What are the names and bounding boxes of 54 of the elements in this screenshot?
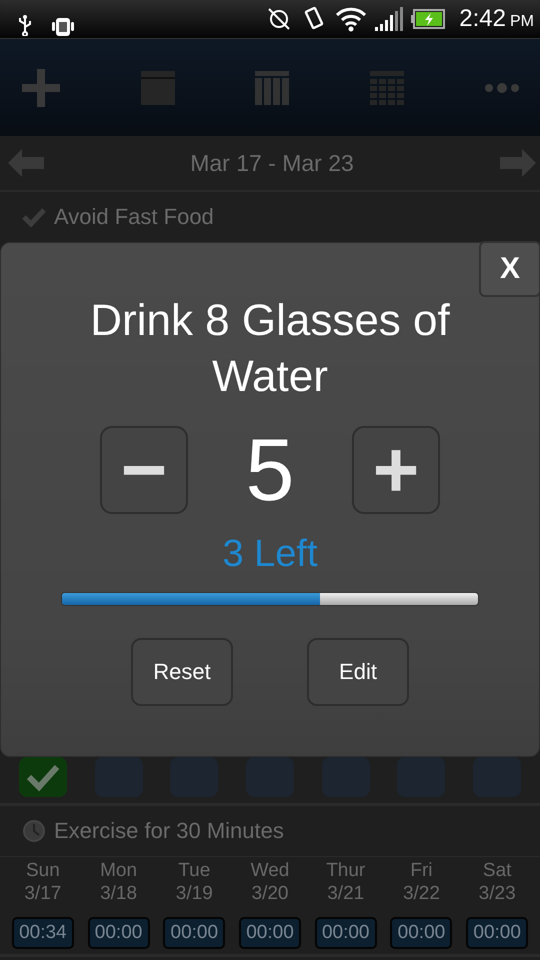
- day-label: Wed: [250, 859, 290, 882]
- day-label: Thur: [326, 859, 366, 882]
- wifi-icon: [335, 6, 368, 32]
- habit-title: Avoid Fast Food: [54, 204, 214, 230]
- timer-button[interactable]: 00:00: [239, 917, 302, 949]
- date-label: 3/22: [402, 882, 440, 905]
- day-label: Sat: [482, 859, 512, 882]
- day-checkbox[interactable]: [94, 757, 143, 797]
- day-checkbox[interactable]: [246, 757, 294, 797]
- date-label: 3/23: [478, 882, 516, 905]
- dialog-button[interactable]: Reset: [131, 638, 233, 706]
- date-label: 3/20: [252, 882, 288, 905]
- date-label: 3/19: [176, 882, 213, 905]
- dialog-button[interactable]: Edit: [307, 638, 409, 706]
- timer-button[interactable]: 00:00: [314, 917, 377, 949]
- day-checkbox[interactable]: [18, 757, 67, 797]
- day-checkbox[interactable]: [170, 757, 218, 797]
- timer-button[interactable]: 00:00: [163, 917, 226, 949]
- clock-icon: [22, 819, 46, 843]
- date-label: 3/18: [100, 882, 138, 905]
- signal-icon: [375, 7, 404, 31]
- usb-icon: [16, 14, 34, 36]
- day-label: Sun: [26, 859, 60, 882]
- close-button[interactable]: X: [479, 241, 540, 297]
- date-label: 3/21: [327, 882, 364, 905]
- timer-button[interactable]: 00:00: [466, 917, 528, 949]
- month-view-icon[interactable]: [370, 70, 404, 104]
- more-icon[interactable]: [484, 82, 520, 94]
- day-label: Mon: [100, 859, 138, 882]
- clock-time: 2:42: [459, 5, 506, 33]
- previous-arrow-icon[interactable]: [8, 149, 44, 177]
- check-icon: [22, 207, 46, 227]
- dialog-title: Drink 8 Glasses of Water: [89, 295, 451, 403]
- decrement-button[interactable]: −: [100, 426, 188, 514]
- timer-button[interactable]: 00:00: [390, 917, 452, 949]
- day-checkbox[interactable]: [322, 757, 370, 797]
- timer-button[interactable]: 00:34: [12, 917, 74, 949]
- habit-title: Exercise for 30 Minutes: [54, 818, 284, 844]
- timer-button[interactable]: 00:00: [88, 917, 150, 949]
- date-range: Mar 17 - Mar 23: [190, 150, 354, 176]
- date-label: 3/17: [24, 882, 62, 905]
- count-value: 5: [244, 419, 296, 521]
- next-arrow-icon[interactable]: [500, 149, 536, 177]
- day-label: Fri: [410, 859, 433, 882]
- clock-ampm: PM: [510, 13, 534, 31]
- add-icon[interactable]: [22, 68, 60, 106]
- day-view-icon[interactable]: [140, 70, 174, 104]
- battery-icon: [411, 9, 446, 29]
- day-label: Tue: [178, 859, 210, 882]
- day-checkbox[interactable]: [397, 757, 446, 797]
- remaining-label: 3 Left: [222, 533, 318, 576]
- increment-button[interactable]: +: [352, 426, 440, 514]
- day-checkbox[interactable]: [473, 757, 522, 797]
- week-view-icon[interactable]: [255, 70, 289, 104]
